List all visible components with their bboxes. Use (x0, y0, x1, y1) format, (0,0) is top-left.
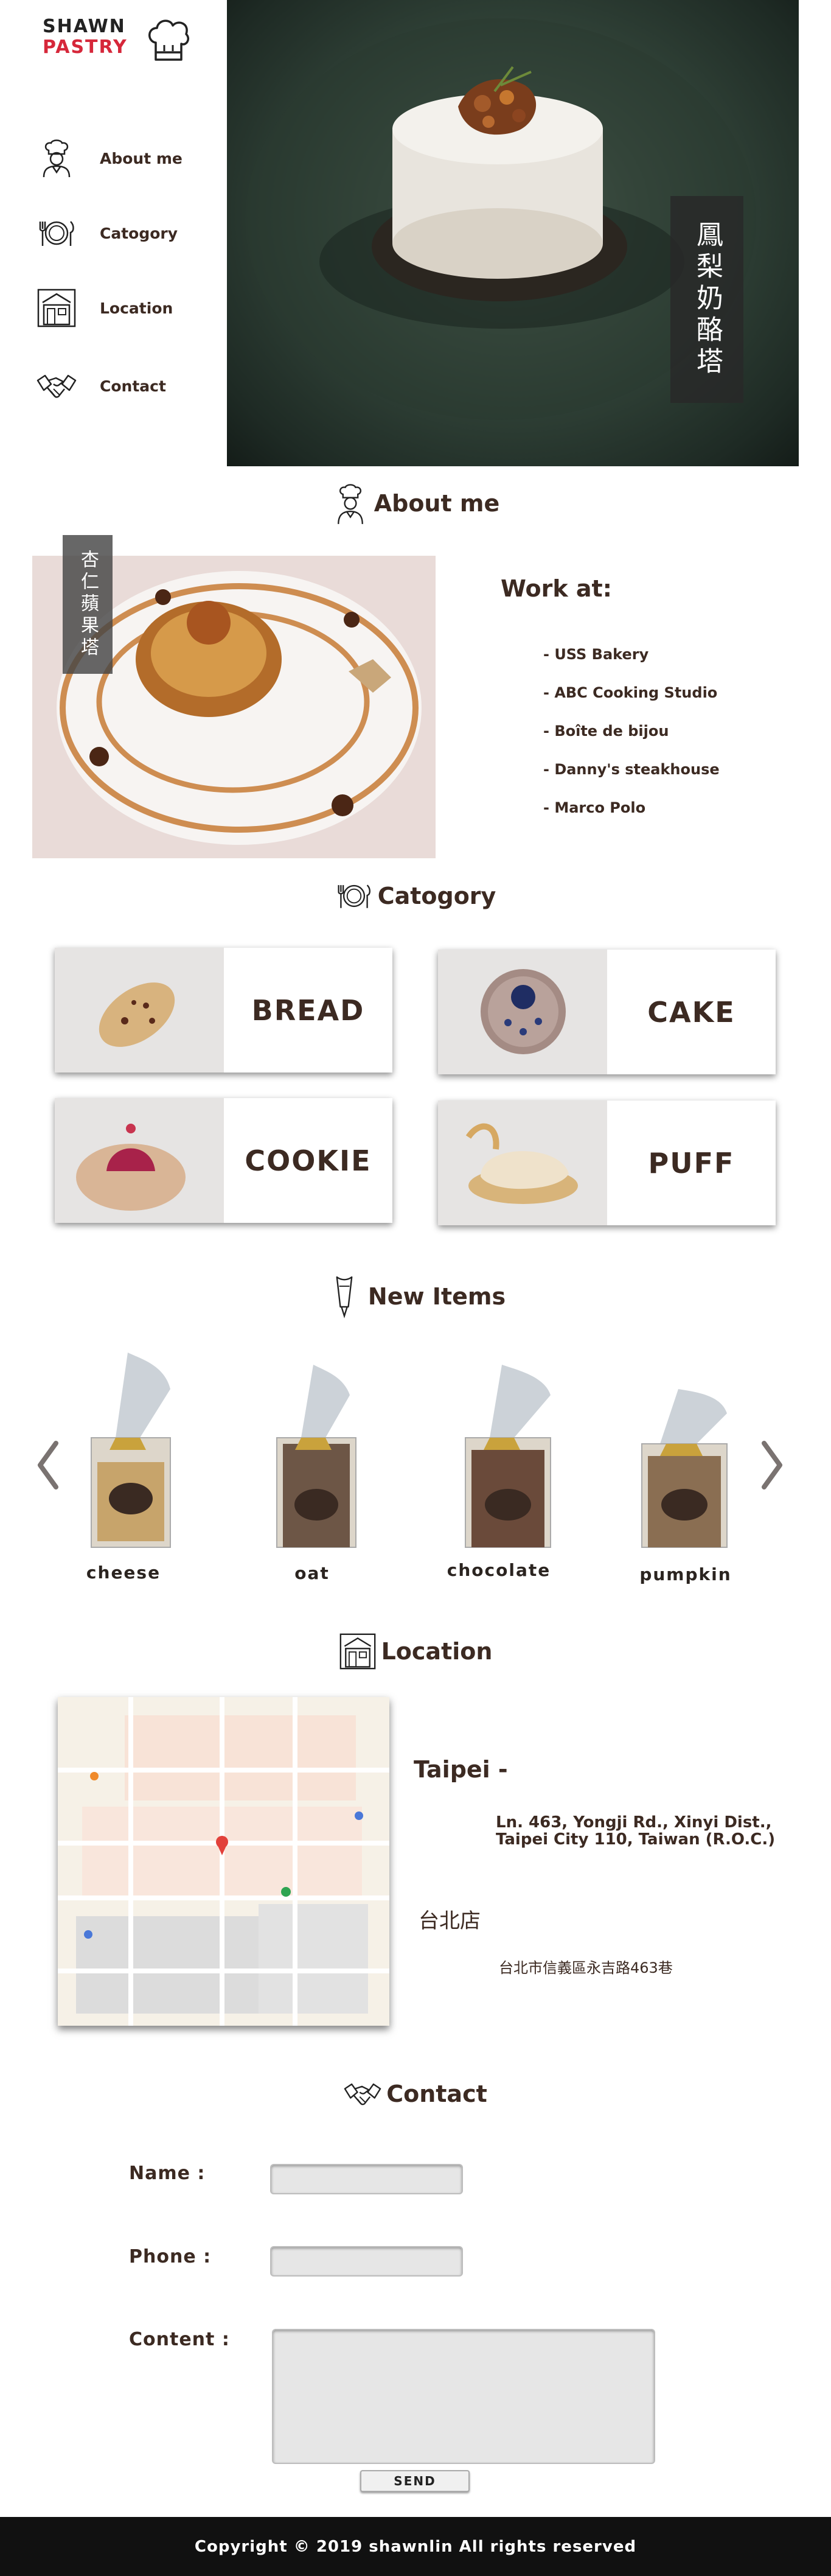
section-title-location: Location (0, 1627, 831, 1676)
section-title-about-me: About me (0, 479, 831, 528)
logo-text-shawn: SHAWN (43, 16, 126, 37)
nav-item-contact[interactable]: Contact (37, 365, 219, 407)
category-label: BREAD (251, 993, 365, 1027)
category-card-puff[interactable]: PUFF (438, 1101, 776, 1225)
nav-label-contact: Contact (100, 377, 166, 395)
section-title-catogory: Catogory (0, 872, 831, 920)
handshake-icon (344, 2083, 381, 2105)
piping-bag-icon (336, 1276, 353, 1318)
cake-image (438, 950, 607, 1074)
nav-label-catogory: Catogory (100, 224, 178, 242)
bread-image (55, 948, 224, 1073)
chef-icon (337, 484, 363, 524)
storefront-icon (37, 289, 76, 327)
section-title-contact: Contact (0, 2070, 831, 2118)
nav-item-about-me[interactable]: About me (37, 137, 219, 180)
category-card-cake[interactable]: CAKE (438, 950, 776, 1074)
chocolate-product-image[interactable] (447, 1359, 563, 1556)
send-button[interactable]: SEND (360, 2470, 470, 2492)
chevron-right-icon[interactable] (760, 1440, 785, 1491)
section-title-new-items: New Items (0, 1272, 831, 1321)
section-title-text: New Items (367, 1283, 506, 1310)
item-label-pumpkin: pumpkin (639, 1564, 732, 1584)
work-list: - USS Bakery - ABC Cooking Studio - Boît… (543, 642, 720, 834)
content-label: Content : (129, 2329, 230, 2350)
cookie-image (55, 1098, 224, 1223)
chevron-left-icon[interactable] (35, 1440, 60, 1491)
plate-fork-knife-icon (39, 221, 74, 246)
nav-item-catogory[interactable]: Catogory (37, 212, 219, 254)
section-title-text: About me (374, 490, 500, 517)
location-address-zh: 台北市信義區永吉路463巷 (499, 1959, 673, 1976)
location-address-en: Ln. 463, Yongji Rd., Xinyi Dist., Taipei… (496, 1814, 775, 1848)
name-label: Name : (129, 2163, 206, 2184)
address-line-2: Taipei City 110, Taiwan (R.O.C.) (496, 1830, 776, 1849)
about-image-label-text: 杏仁蘋果塔 (77, 550, 99, 659)
nav-item-location[interactable]: Location (37, 287, 219, 329)
category-card-bread[interactable]: BREAD (55, 948, 392, 1073)
item-label-cheese: cheese (86, 1563, 161, 1583)
list-item: - Danny's steakhouse (543, 761, 720, 778)
location-store-name: 台北店 (419, 1909, 481, 1933)
map-graphic (58, 1697, 389, 2026)
oat-product-image[interactable] (259, 1359, 371, 1556)
section-title-text: Catogory (377, 883, 496, 909)
category-label: CAKE (647, 995, 735, 1029)
pumpkin-product-image[interactable] (624, 1383, 739, 1556)
section-title-text: Location (381, 1638, 493, 1665)
phone-label: Phone : (129, 2246, 212, 2267)
item-label-oat: oat (294, 1563, 330, 1583)
about-image-label: 杏仁蘋果塔 (63, 535, 113, 674)
list-item: - Marco Polo (543, 799, 646, 816)
list-item: - ABC Cooking Studio (543, 684, 718, 701)
address-line-1: Ln. 463, Yongji Rd., Xinyi Dist., (496, 1813, 772, 1832)
name-field[interactable] (270, 2164, 463, 2194)
list-item: - USS Bakery (543, 646, 649, 663)
section-title-text: Contact (386, 2081, 487, 2107)
work-at-title: Work at: (501, 575, 612, 602)
phone-field[interactable] (270, 2246, 463, 2277)
nav-label-about-me: About me (100, 149, 183, 167)
chef-hat-icon (148, 19, 189, 61)
category-card-cookie[interactable]: COOKIE (55, 1098, 392, 1223)
chef-icon (43, 139, 71, 178)
logo[interactable]: SHAWN PASTRY (43, 17, 195, 72)
location-city: Taipei - (414, 1756, 508, 1783)
hero-label: 鳳梨奶酪塔 (670, 196, 743, 403)
category-label: PUFF (648, 1146, 735, 1180)
map[interactable] (58, 1697, 389, 2026)
storefront-icon (339, 1633, 375, 1670)
category-label: COOKIE (245, 1144, 372, 1177)
list-item: - Boîte de bijou (543, 723, 669, 740)
logo-text-pastry: PASTRY (43, 37, 128, 58)
handshake-icon (37, 374, 77, 398)
item-label-chocolate: chocolate (447, 1560, 551, 1580)
plate-fork-knife-icon (338, 884, 370, 908)
cheese-product-image[interactable] (73, 1346, 186, 1556)
footer: Copyright © 2019 shawnlin All rights res… (0, 2517, 831, 2576)
content-textarea[interactable] (272, 2329, 655, 2464)
hero-label-text: 鳳梨奶酪塔 (692, 220, 723, 379)
nav-label-location: Location (100, 299, 173, 317)
copyright-text: Copyright © 2019 shawnlin All rights res… (194, 2537, 637, 2556)
puff-image (438, 1101, 607, 1225)
